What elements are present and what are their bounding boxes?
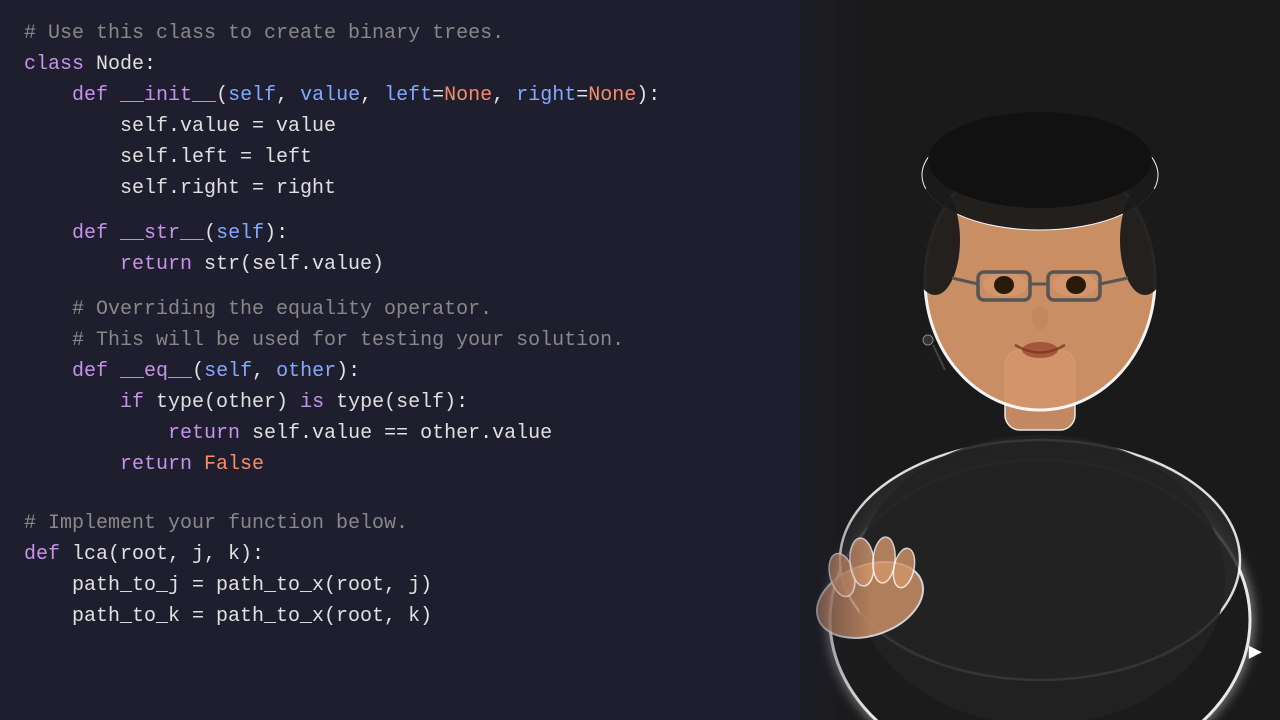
code-line [24,480,806,494]
code-token: ): [264,222,288,245]
code-token: ( [192,360,204,383]
code-line: self.right = right [24,173,806,204]
code-token: , [276,84,300,107]
code-token: self.value == other.value [240,422,552,445]
code-token [24,422,168,445]
code-token: right [516,84,576,107]
code-token: False [204,453,264,476]
code-token: return [120,453,192,476]
code-token: lca(root, j, k): [60,543,264,566]
code-comment: # Implement your function below. [24,512,408,535]
code-token: __init__ [120,84,216,107]
code-line: # Implement your function below. [24,508,806,539]
code-line: def __str__(self): [24,218,806,249]
code-comment: # This will be used for testing your sol… [24,329,624,352]
code-token [24,391,120,414]
code-token: , [492,84,516,107]
code-token: value [300,84,360,107]
code-line: self.value = value [24,111,806,142]
code-token [24,253,120,276]
code-token: def [72,222,108,245]
code-token: self.value = value [24,115,336,138]
code-token [24,453,120,476]
code-token [108,360,120,383]
code-token: ( [216,84,228,107]
code-line: path_to_k = path_to_x(root, k) [24,601,806,632]
code-token: def [72,360,108,383]
code-line: # Use this class to create binary trees. [24,18,806,49]
code-token: __eq__ [120,360,192,383]
code-token: other [276,360,336,383]
person-panel [800,0,1280,720]
code-token [24,360,72,383]
code-line [24,280,806,294]
code-line: return False [24,449,806,480]
code-token: path_to_j = path_to_x(root, j) [24,574,432,597]
code-line: def __init__(self, value, left=None, rig… [24,80,806,111]
code-token: = [576,84,588,107]
code-token: str(self.value) [192,253,384,276]
code-token: def [72,84,108,107]
code-token: self.left = left [24,146,312,169]
code-token: Node: [84,53,156,76]
code-token: if [120,391,144,414]
code-token: , [252,360,276,383]
code-line: # Overriding the equality operator. [24,294,806,325]
code-line: class Node: [24,49,806,80]
code-token: type(self): [324,391,468,414]
code-token [108,84,120,107]
code-token: is [300,391,324,414]
code-line [24,204,806,218]
code-token: def [24,543,60,566]
code-line: def __eq__(self, other): [24,356,806,387]
code-token: self [204,360,252,383]
code-token: __str__ [120,222,204,245]
code-line: self.left = left [24,142,806,173]
code-line: return str(self.value) [24,249,806,280]
code-token: ): [336,360,360,383]
code-token [192,453,204,476]
code-token: None [444,84,492,107]
code-token: ): [636,84,660,107]
code-token: ( [204,222,216,245]
person-svg [800,0,1280,720]
code-token: self [228,84,276,107]
code-line: return self.value == other.value [24,418,806,449]
code-token [24,222,72,245]
code-token: return [168,422,240,445]
code-token [24,84,72,107]
code-token: class [24,53,84,76]
code-comment: # Use this class to create binary trees. [24,22,504,45]
mouse-cursor: ▶ [1249,639,1262,665]
code-line: # This will be used for testing your sol… [24,325,806,356]
code-token: return [120,253,192,276]
code-token: self.right = right [24,177,336,200]
code-line: if type(other) is type(self): [24,387,806,418]
code-token: left [384,84,432,107]
code-token: type(other) [144,391,300,414]
code-line [24,494,806,508]
code-block: # Use this class to create binary trees.… [24,18,806,632]
code-token: self [216,222,264,245]
code-line: path_to_j = path_to_x(root, j) [24,570,806,601]
code-panel: # Use this class to create binary trees.… [0,0,830,720]
code-token: path_to_k = path_to_x(root, k) [24,605,432,628]
code-line: def lca(root, j, k): [24,539,806,570]
code-token [108,222,120,245]
code-token: , [360,84,384,107]
code-comment: # Overriding the equality operator. [24,298,492,321]
code-token: None [588,84,636,107]
code-token: = [432,84,444,107]
